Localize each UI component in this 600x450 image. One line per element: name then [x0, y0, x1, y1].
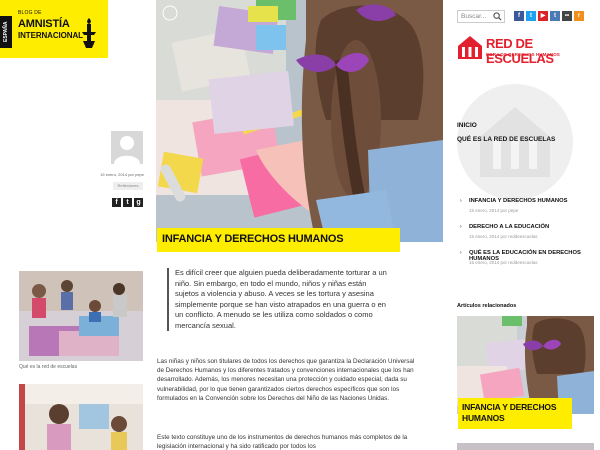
search-icon[interactable]	[493, 12, 502, 21]
school-network-logo-icon[interactable]	[457, 34, 483, 60]
related-article-title[interactable]: INFANCIA Y DERECHOS HUMANOS	[462, 402, 572, 424]
related-articles-label: Artículos relacionados	[457, 303, 517, 309]
school-network-name[interactable]: RED DE ESCUELAS	[486, 36, 600, 66]
country-tab: ESPAÑA	[0, 16, 12, 48]
chevron-right-icon: ›	[460, 198, 462, 204]
flickr-icon[interactable]: ••	[562, 11, 572, 21]
author-meta: 15 enero, 2014 por pepe	[100, 172, 144, 177]
share-twitter-icon[interactable]: t	[123, 198, 132, 207]
twitter-icon[interactable]: t	[526, 11, 536, 21]
share-googleplus-icon[interactable]: g	[134, 198, 143, 207]
post-title[interactable]: INFANCIA Y DERECHOS HUMANOS	[162, 233, 344, 245]
chevron-right-icon: ›	[460, 250, 462, 256]
author-avatar[interactable]	[111, 131, 143, 164]
user-silhouette-icon	[114, 136, 140, 164]
classroom-thumbnail[interactable]	[19, 384, 143, 450]
post-lead-quote: Es difícil creer que alguien pueda delib…	[167, 268, 391, 331]
chevron-right-icon: ›	[460, 224, 462, 230]
logo-blog-label: BLOG DE	[18, 10, 42, 16]
tuenti-icon[interactable]: t	[550, 11, 560, 21]
sidebar-link-2-meta: 15 enero, 2014 por reddeescuelas	[469, 234, 538, 239]
candle-icon	[82, 18, 96, 48]
category-tag[interactable]: Reflexiones	[113, 182, 143, 190]
share-facebook-icon[interactable]: f	[112, 198, 121, 207]
sidebar-link-1-meta: 15 enero, 2014 por pepe	[469, 208, 519, 213]
school-network-thumbnail[interactable]	[19, 271, 143, 361]
country-label: ESPAÑA	[3, 21, 9, 43]
nav-what-is-network[interactable]: QUÉ ES LA RED DE ESCUELAS	[457, 136, 555, 143]
amnesty-logo[interactable]: ESPAÑA BLOG DE AMNISTÍA INTERNACIONAL	[0, 0, 108, 58]
sidebar-link-3-meta: 15 enero, 2014 por reddeescuelas	[469, 260, 538, 265]
logo-name-line2: INTERNACIONAL	[18, 31, 83, 40]
related-article-image-2[interactable]	[457, 443, 594, 450]
school-network-subtitle: POR LOS DERECHOS HUMANOS	[486, 52, 560, 57]
facebook-icon[interactable]: f	[514, 11, 524, 21]
nav-home[interactable]: INICIO	[457, 122, 477, 129]
hero-image	[156, 0, 443, 242]
rss-icon[interactable]: r	[574, 11, 584, 21]
post-paragraph-1: Las niñas y niños son titulares de todos…	[157, 358, 415, 402]
sidebar-link-2[interactable]: DERECHO A LA EDUCACIÓN	[469, 224, 549, 230]
post-paragraph-2: Este texto constituye uno de los instrum…	[157, 434, 408, 450]
sidebar-link-1[interactable]: INFANCIA Y DERECHOS HUMANOS	[469, 198, 567, 204]
thumbnail-caption[interactable]: Qué es la red de escuelas	[19, 364, 77, 370]
youtube-icon[interactable]: ▶	[538, 11, 548, 21]
logo-name-line1: AMNISTÍA	[18, 18, 70, 30]
